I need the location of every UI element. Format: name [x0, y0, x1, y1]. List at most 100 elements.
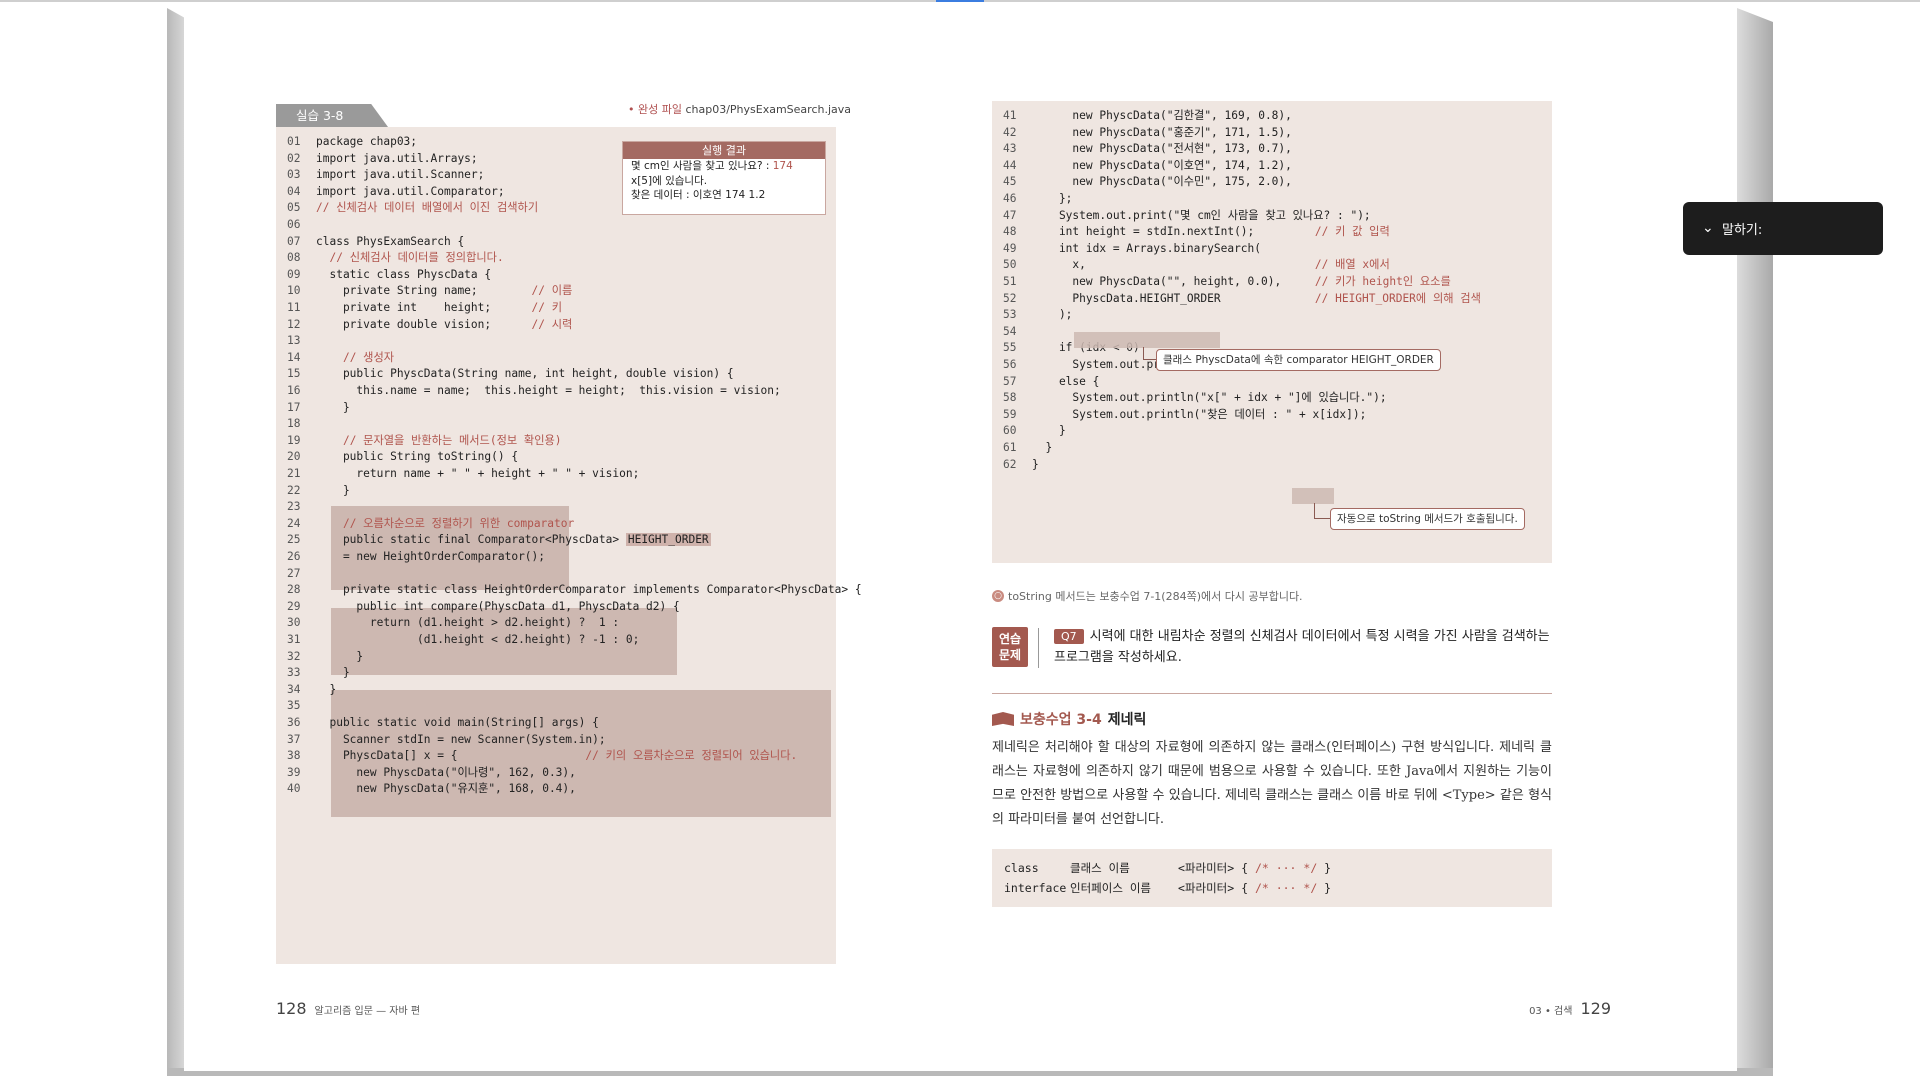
code-line: 39 new PhyscData("이나령", 162, 0.3),: [276, 764, 576, 782]
code-keyword-highlight: HEIGHT_ORDER: [625, 533, 711, 547]
line-number: 41: [1003, 109, 1017, 122]
syntax-box: class 클래스 이름 <파라미터> { /* ··· */ } interfac…: [992, 849, 1552, 907]
result-line: x[5]에 있습니다.: [631, 174, 708, 187]
code-line: 47 System.out.print("몇 cm인 사람을 찾고 있나요? :…: [992, 207, 1371, 225]
exercise-question: 시력에 대한 내림차순 정렬의 신체검사 데이터에서 특정 시력을 가진 사람을…: [1054, 629, 1550, 665]
code-text: = new HeightOrderComparator();: [316, 550, 546, 563]
highlight-x-idx: [1292, 488, 1334, 504]
speak-button[interactable]: ⌄ 말하기:: [1683, 202, 1883, 255]
line-number: 13: [287, 334, 301, 348]
syntax-name: 클래스 이름: [1070, 861, 1130, 875]
code-text: package chap03;: [316, 135, 418, 148]
result-box: 실행 결과 몇 cm인 사람을 찾고 있나요? : 174 x[5]에 있습니다…: [622, 141, 826, 215]
line-number: 31: [287, 633, 301, 646]
code-line: 33 }: [276, 664, 350, 682]
line-number: 28: [287, 583, 301, 597]
tip-icon: ○: [992, 590, 1004, 602]
code-text: new PhyscData("전서현", 173, 0.7),: [1032, 142, 1292, 156]
running-head: 03 • 검색: [1529, 1006, 1573, 1017]
code-text: x,: [1032, 258, 1315, 272]
line-number: 14: [287, 350, 301, 364]
code-text: };: [1032, 192, 1073, 205]
code-line: 51 new PhyscData("", height, 0.0), // 키가…: [992, 273, 1451, 291]
line-number: 45: [1003, 175, 1017, 189]
code-line: 20 public String toString() {: [276, 448, 518, 466]
syntax-comment: /* ··· */: [1254, 861, 1318, 875]
line-number: 55: [1003, 341, 1017, 355]
line-number: 51: [1003, 275, 1017, 288]
code-line: 24 // 오름차순으로 정렬하기 위한 comparator: [276, 515, 574, 533]
code-text: System.out.println("찾은 데이터 : " + x[idx])…: [1032, 407, 1367, 421]
result-input-value: 174: [772, 160, 793, 172]
line-number: 44: [1003, 158, 1017, 172]
code-text: int height = stdIn.nextInt();: [1032, 225, 1315, 239]
line-number: 18: [287, 417, 301, 431]
exercise-badge: 연습 문제: [992, 627, 1028, 667]
code-text: private String name;: [316, 284, 532, 298]
code-line: 05 // 신체검사 데이터 배열에서 이진 검색하기: [276, 199, 538, 217]
line-number: 60: [1003, 424, 1017, 438]
callout-leader-2: [1314, 503, 1330, 519]
line-number: 34: [287, 682, 301, 696]
line-number: 42: [1003, 125, 1017, 139]
page-spread: 실습 3-8 • 완성 파일 chap03/PhysExamSearch.jav…: [184, 9, 1737, 1071]
code-comment: // 신체검사 데이터를 정의합니다.: [329, 251, 504, 265]
code-line: 62}: [992, 456, 1039, 474]
code-text: private double vision;: [316, 317, 532, 331]
tip-note: ○ toString 메서드는 보충수업 7-1(284쪽)에서 다시 공부합니다…: [992, 588, 1303, 604]
line-number: 54: [1003, 324, 1017, 338]
code-line: 11 private int height; // 키: [276, 299, 562, 317]
line-number: 43: [1003, 142, 1017, 156]
code-line: 18: [276, 415, 316, 433]
code-text: new PhyscData("이호연", 174, 1.2),: [1032, 158, 1292, 172]
code-text: }: [316, 483, 350, 497]
code-line: 17 }: [276, 399, 350, 417]
code-text: private static class HeightOrderComparat…: [316, 583, 862, 597]
line-number: 21: [287, 467, 301, 480]
page-number: 129: [1580, 999, 1611, 1018]
line-number: 11: [287, 301, 301, 314]
result-line-text: 몇 cm인 사람을 찾고 있나요? :: [631, 160, 773, 172]
line-number: 53: [1003, 308, 1017, 322]
code-text: class PhysExamSearch {: [316, 234, 465, 248]
line-number: 05: [287, 201, 301, 215]
file-label-prefix: • 완성 파일: [628, 103, 682, 116]
code-listing-right: 41 new PhyscData("김한결", 169, 0.8), 42 new…: [992, 101, 1552, 563]
code-line: 52 PhyscData.HEIGHT_ORDER // HEIGHT_ORDE…: [992, 290, 1481, 308]
line-number: 36: [287, 716, 301, 729]
chevron-down-icon: ⌄: [1702, 220, 1714, 236]
syntax-param: <파라미터> {: [1178, 881, 1255, 895]
exercise-divider: [1038, 628, 1039, 668]
code-line: 23: [276, 498, 316, 516]
right-page: 41 new PhyscData("김한결", 169, 0.8), 42 new…: [960, 9, 1737, 1071]
code-line: 25 public static final Comparator<PhyscD…: [276, 531, 711, 549]
code-text: }: [316, 649, 364, 663]
line-number: 02: [287, 151, 301, 165]
syntax-keyword: interface: [1004, 881, 1067, 895]
result-title: 실행 결과: [623, 142, 825, 159]
code-line: 45 new PhyscData("이수민", 175, 2.0),: [992, 173, 1292, 191]
line-number: 32: [287, 649, 301, 663]
code-comment: // 키가 height인 요소를: [1314, 275, 1451, 288]
line-number: 62: [1003, 457, 1017, 471]
code-line: 09 static class PhyscData {: [276, 266, 491, 284]
line-number: 09: [287, 267, 301, 281]
badge-line: 연습: [998, 632, 1022, 646]
ebook-viewer: { "left_page": { "exercise_tag": "실습 3-8…: [0, 0, 1920, 1080]
code-text: new PhyscData("김한결", 169, 0.8),: [1032, 109, 1292, 122]
code-text: return name + " " + height + " " + visio…: [316, 467, 640, 480]
line-number: 04: [287, 184, 301, 198]
code-text: (d1.height < d2.height) ? -1 : 0;: [316, 633, 640, 646]
code-text: public int compare(PhyscData d1, PhyscDa…: [316, 599, 680, 613]
section-title: 제네릭: [1107, 712, 1147, 728]
code-comment: // 생성자: [342, 350, 395, 364]
code-line: 32 }: [276, 648, 363, 666]
code-text: public static void main(String[] args) {: [316, 716, 599, 729]
code-line: 41 new PhyscData("김한결", 169, 0.8),: [992, 107, 1292, 125]
code-line: 49 int idx = Arrays.binarySearch(: [992, 240, 1261, 258]
book-right-edge: [1737, 8, 1773, 1074]
line-number: 39: [287, 765, 301, 779]
file-label-path: chap03/PhysExamSearch.java: [685, 103, 852, 116]
